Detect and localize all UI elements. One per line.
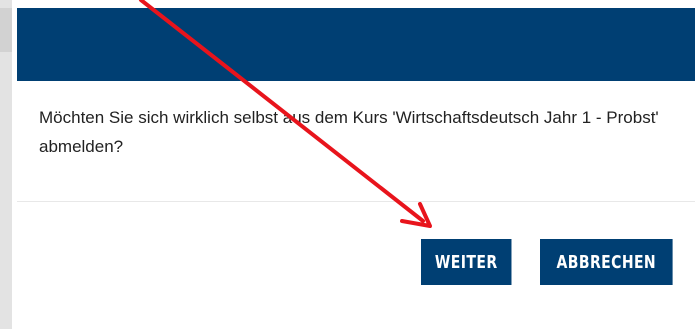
dialog-header: [17, 8, 695, 81]
dialog-message: Möchten Sie sich wirklich selbst aus dem…: [39, 108, 659, 156]
background-page-edge: [0, 0, 12, 329]
continue-button[interactable]: WEITER: [421, 239, 512, 285]
background-page-bar: [0, 8, 12, 52]
dialog-divider: [17, 201, 695, 202]
unenrol-dialog: Möchten Sie sich wirklich selbst aus dem…: [17, 0, 695, 329]
screen: Möchten Sie sich wirklich selbst aus dem…: [0, 0, 695, 329]
cancel-button[interactable]: ABBRECHEN: [540, 239, 673, 285]
